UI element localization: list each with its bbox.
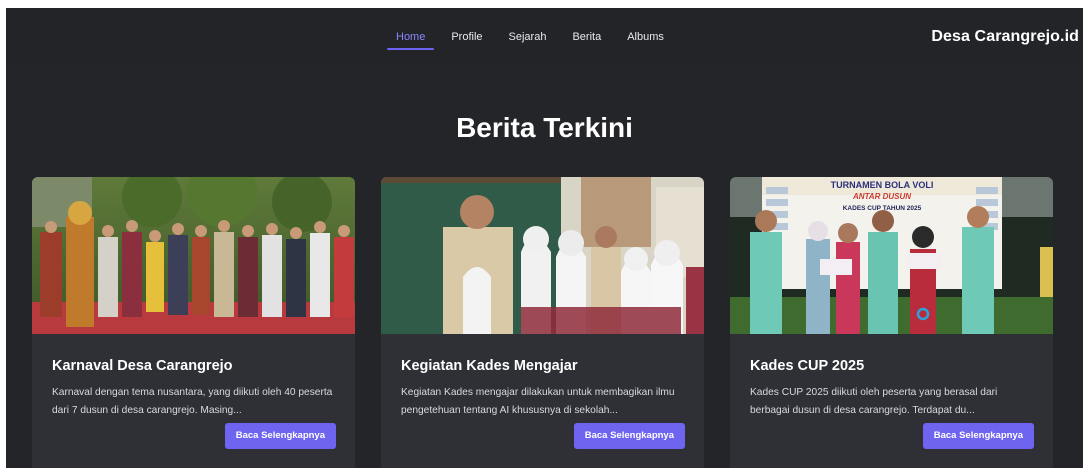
news-card-excerpt: Karnaval dengan tema nusantara, yang dii…: [52, 387, 333, 416]
news-card-image-carnival[interactable]: [32, 177, 355, 334]
read-more-button[interactable]: Baca Selengkapnya: [224, 423, 336, 449]
nav-link-berita[interactable]: Berita: [572, 30, 601, 44]
news-card: Kegiatan Kades Mengajar Kegiatan Kades m…: [381, 177, 704, 468]
news-card-title[interactable]: Karnaval Desa Carangrejo: [52, 358, 233, 374]
news-card-image-volleyball[interactable]: TURNAMEN BOLA VOLI ANTAR DUSUN KADES CUP…: [730, 177, 1053, 334]
nav-link-label: Home: [396, 31, 426, 43]
news-card-title[interactable]: Kades CUP 2025: [750, 358, 864, 374]
nav-link-profile[interactable]: Profile: [451, 30, 482, 44]
nav-links: Home Profile Sejarah Berita Albums: [387, 30, 690, 50]
nav-link-albums[interactable]: Albums: [627, 30, 664, 44]
nav-link-sejarah[interactable]: Sejarah: [509, 30, 547, 44]
read-more-button[interactable]: Baca Selengkapnya: [922, 423, 1034, 449]
banner-line-2: ANTAR DUSUN: [852, 192, 911, 201]
page-frame: Home Profile Sejarah Berita Albums Desa …: [6, 8, 1083, 468]
nav-link-home[interactable]: Home: [387, 30, 435, 50]
news-card-title[interactable]: Kegiatan Kades Mengajar: [401, 358, 577, 374]
read-more-button[interactable]: Baca Selengkapnya: [573, 423, 685, 449]
news-card: TURNAMEN BOLA VOLI ANTAR DUSUN KADES CUP…: [730, 177, 1053, 468]
site-brand[interactable]: Desa Carangrejo.id: [931, 28, 1079, 46]
news-card-image-classroom[interactable]: [381, 177, 704, 334]
banner-line-1: TURNAMEN BOLA VOLI: [831, 180, 934, 190]
section-title: Berita Terkini: [456, 112, 633, 143]
news-card-excerpt: Kegiatan Kades mengajar dilakukan untuk …: [401, 387, 675, 416]
top-navbar: Home Profile Sejarah Berita Albums Desa …: [6, 8, 1083, 66]
news-card: Karnaval Desa Carangrejo Karnaval dengan…: [32, 177, 355, 468]
active-nav-underline: [387, 48, 435, 50]
news-card-excerpt: Kades CUP 2025 diikuti oleh peserta yang…: [750, 387, 998, 416]
